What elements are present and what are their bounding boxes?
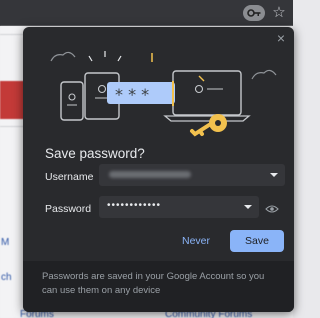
never-button[interactable]: Never (167, 230, 225, 252)
chevron-down-icon[interactable] (270, 173, 278, 177)
key-icon (247, 9, 261, 17)
save-button[interactable]: Save (230, 230, 284, 252)
show-password-eye-icon[interactable] (265, 204, 279, 214)
chevron-down-icon[interactable] (244, 205, 252, 209)
password-key-button[interactable] (243, 5, 265, 21)
password-value: •••••••••••• (107, 200, 162, 211)
browser-toolbar: ☆ (0, 0, 293, 26)
dialog-footer: Passwords are saved in your Google Accou… (23, 261, 294, 312)
svg-text:* * *: * * * (115, 85, 149, 104)
username-field[interactable] (99, 164, 285, 186)
password-illustration: * * * (50, 51, 277, 137)
page-link: ch (1, 272, 12, 283)
redacted-username (109, 171, 191, 178)
save-password-dialog: × * * * Save password? Username Password… (23, 27, 294, 312)
page-link: M (1, 237, 10, 248)
password-label: Password (45, 203, 92, 215)
username-label: Username (45, 171, 94, 183)
footer-text: Passwords are saved in your Google Accou… (42, 271, 265, 296)
bookmark-star-icon[interactable]: ☆ (271, 3, 287, 23)
password-field[interactable]: •••••••••••• (99, 196, 259, 218)
dialog-title: Save password? (45, 146, 145, 161)
